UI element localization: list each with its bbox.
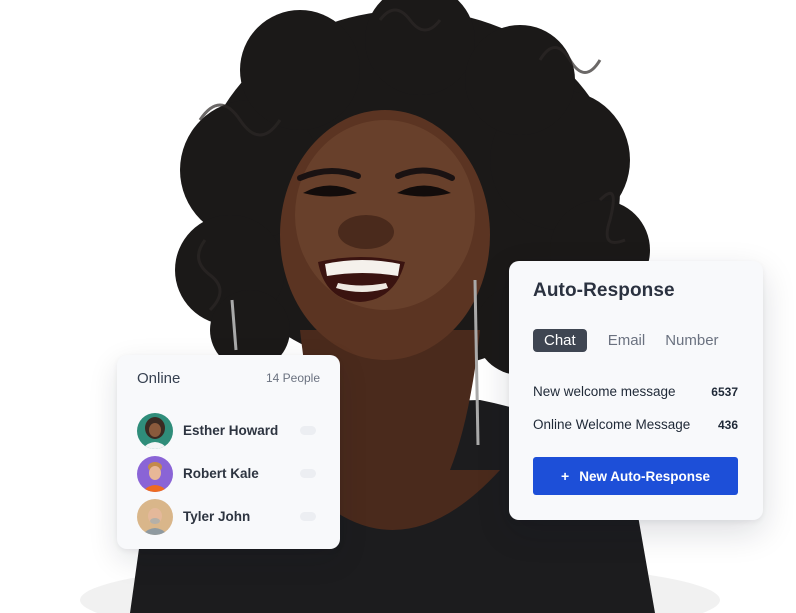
chat-icon[interactable] [300, 512, 316, 521]
avatar [137, 455, 173, 492]
person-name: Esther Howard [183, 423, 279, 438]
person-row[interactable]: Tyler John [137, 495, 320, 538]
tab-chat[interactable]: Chat [533, 328, 587, 352]
plus-icon: + [561, 468, 570, 484]
chat-icon[interactable] [300, 469, 316, 478]
person-row[interactable]: Esther Howard [137, 409, 320, 452]
online-count: 14 People [265, 371, 320, 385]
message-count: 436 [717, 417, 738, 432]
message-row[interactable]: Online Welcome Message 436 [533, 408, 739, 441]
message-label: Online Welcome Message [533, 417, 691, 432]
auto-response-title: Auto-Response [533, 280, 675, 301]
person-name: Tyler John [183, 509, 251, 524]
new-auto-response-label: New Auto-Response [579, 468, 710, 484]
message-list: New welcome message 6537 Online Welcome … [533, 375, 739, 441]
message-label: New welcome message [533, 384, 676, 399]
new-auto-response-button[interactable]: + New Auto-Response [533, 457, 738, 495]
tab-number[interactable]: Number [665, 332, 718, 349]
avatar [137, 498, 173, 535]
avatar [137, 412, 173, 449]
person-row[interactable]: Robert Kale [137, 452, 320, 495]
tab-email[interactable]: Email [608, 332, 646, 349]
online-card: Online 14 People Esther Howard Robert Ka… [117, 355, 340, 549]
auto-response-card: Auto-Response Chat Email Number New welc… [509, 261, 763, 520]
message-row[interactable]: New welcome message 6537 [533, 375, 739, 408]
message-count: 6537 [711, 384, 738, 399]
person-name: Robert Kale [183, 466, 259, 481]
chat-icon[interactable] [300, 426, 316, 435]
people-list: Esther Howard Robert Kale Tyler John [137, 409, 320, 538]
tab-bar: Chat Email Number [533, 328, 739, 352]
online-title: Online [137, 369, 181, 387]
online-header: Online 14 People [137, 369, 320, 387]
